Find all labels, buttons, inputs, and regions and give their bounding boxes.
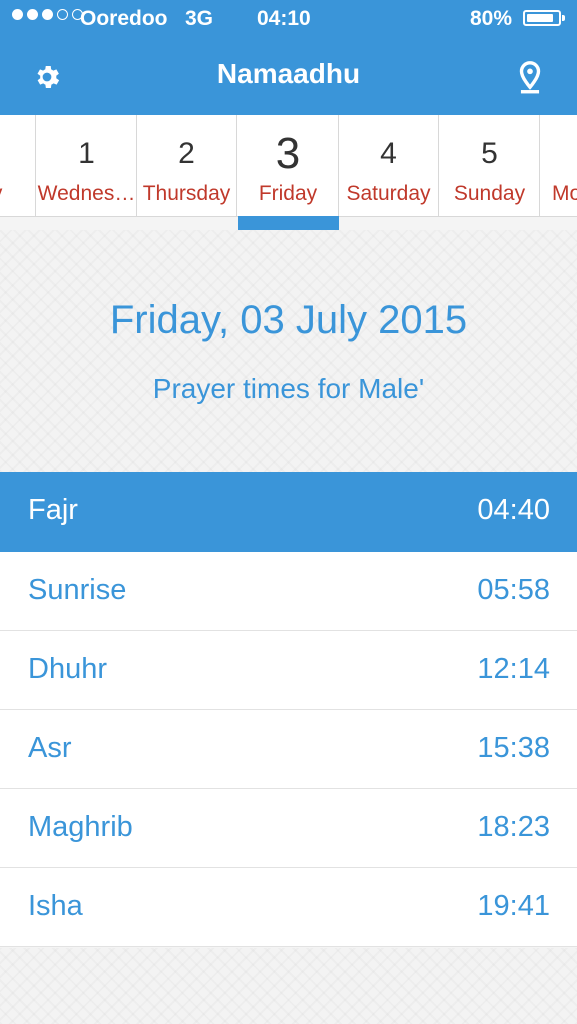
- day-tab-2[interactable]: 2 Thursday: [137, 115, 237, 216]
- prayer-time: 18:23: [477, 811, 550, 843]
- navigation-bar: Namaadhu: [0, 38, 577, 115]
- day-tab-5[interactable]: 5 Sunday: [440, 115, 540, 216]
- selected-date: Friday, 03 July 2015: [109, 298, 468, 342]
- signal-strength-icon: [12, 9, 83, 20]
- day-number: 1: [78, 137, 95, 170]
- day-name: Sunday: [453, 182, 526, 205]
- battery-percent: 80%: [470, 7, 513, 30]
- day-name: Thursday: [142, 182, 231, 205]
- day-tab-1[interactable]: 1 Wednes…: [37, 115, 137, 216]
- top-bar: Ooredoo 3G 04:10 80% Namaadhu: [0, 0, 577, 115]
- date-strip: 0 day 1 Wednes… 2 Thursday 3 Friday 4 Sa…: [0, 115, 577, 217]
- prayer-name: Asr: [28, 732, 72, 764]
- location-pin-icon[interactable]: [516, 60, 544, 94]
- day-name: Wednes…: [37, 182, 136, 205]
- prayer-time: 19:41: [477, 890, 550, 922]
- day-number: 5: [481, 137, 498, 170]
- prayer-row-fajr[interactable]: Fajr 04:40: [0, 472, 577, 552]
- day-number: 2: [178, 137, 195, 170]
- day-tab-4[interactable]: 4 Saturday: [339, 115, 439, 216]
- prayer-time: 04:40: [477, 494, 550, 526]
- day-name: Mo: [552, 182, 577, 205]
- prayer-time: 12:14: [477, 653, 550, 685]
- day-number: 4: [380, 137, 397, 170]
- empty-background: [0, 948, 577, 1024]
- selected-day-indicator: [238, 216, 339, 230]
- day-tab-prev[interactable]: 0 day: [0, 115, 36, 216]
- carrier-name: Ooredoo: [80, 7, 168, 30]
- day-tab-3-selected[interactable]: 3 Friday: [238, 115, 339, 216]
- status-time: 04:10: [257, 7, 311, 30]
- prayer-row-dhuhr[interactable]: Dhuhr 12:14: [0, 631, 577, 710]
- prayer-times-list: Fajr 04:40 Sunrise 05:58 Dhuhr 12:14 Asr…: [0, 472, 577, 947]
- status-bar: Ooredoo 3G 04:10 80%: [0, 0, 577, 38]
- day-name: Saturday: [346, 182, 431, 205]
- location-subtitle: Prayer times for Male': [152, 373, 425, 404]
- prayer-row-isha[interactable]: Isha 19:41: [0, 868, 577, 947]
- day-name: day: [0, 182, 35, 206]
- prayer-row-asr[interactable]: Asr 15:38: [0, 710, 577, 789]
- battery-icon: [523, 10, 565, 26]
- network-type: 3G: [185, 7, 214, 30]
- prayer-row-maghrib[interactable]: Maghrib 18:23: [0, 789, 577, 868]
- prayer-time: 15:38: [477, 732, 550, 764]
- day-tab-next[interactable]: Mo: [541, 115, 577, 216]
- prayer-name: Fajr: [28, 494, 78, 526]
- prayer-time: 05:58: [477, 574, 550, 606]
- prayer-name: Dhuhr: [28, 653, 107, 685]
- date-header: Friday, 03 July 2015 Prayer times for Ma…: [0, 230, 577, 472]
- prayer-name: Isha: [28, 890, 83, 922]
- prayer-row-sunrise[interactable]: Sunrise 05:58: [0, 552, 577, 631]
- prayer-name: Maghrib: [28, 811, 133, 843]
- day-name: Friday: [258, 182, 318, 205]
- day-number: 0: [0, 137, 35, 171]
- prayer-name: Sunrise: [28, 574, 127, 606]
- app-title: Namaadhu: [216, 58, 361, 89]
- day-number: 3: [275, 129, 301, 178]
